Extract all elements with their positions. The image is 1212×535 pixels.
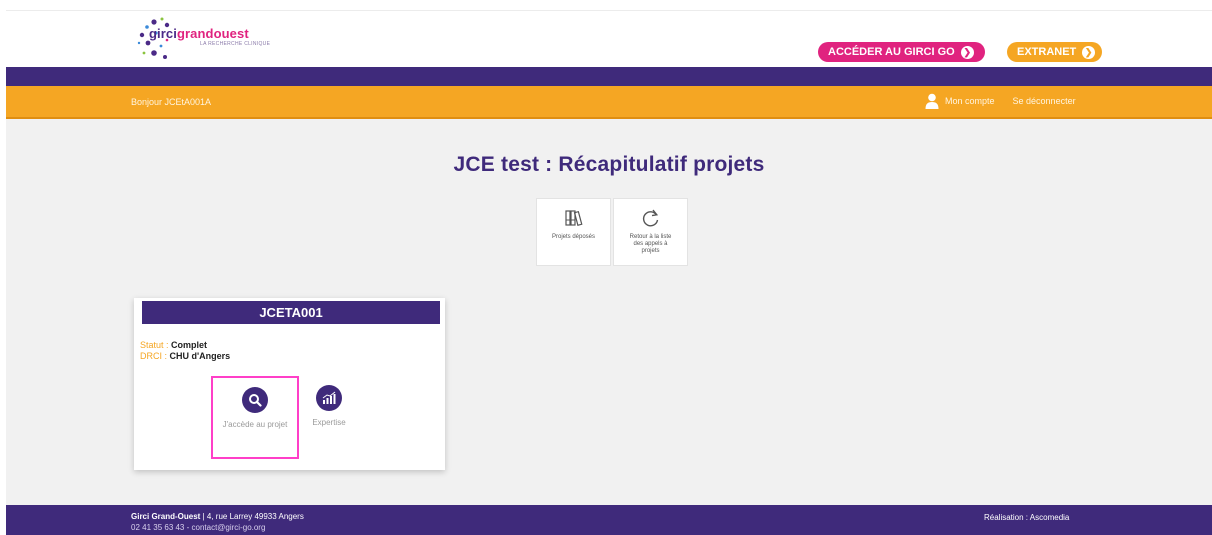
footer-org-name: Girci Grand-Ouest xyxy=(131,512,201,521)
user-icon xyxy=(925,93,939,109)
extranet-button-label: EXTRANET xyxy=(1017,46,1077,58)
logo-wordmark[interactable]: gircigrandouest xyxy=(149,26,249,41)
greeting-text: Bonjour JCEtA001A xyxy=(131,97,212,107)
status-value: Complet xyxy=(171,340,208,350)
logout-link[interactable]: Se déconnecter xyxy=(1013,96,1076,106)
logo-tagline: LA RECHERCHE CLINIQUE xyxy=(200,41,271,47)
status-label: Statut : xyxy=(140,340,169,350)
books-icon xyxy=(564,210,582,227)
access-project-label: J'accède au projet xyxy=(222,420,288,429)
purple-nav-bar xyxy=(6,67,1212,86)
chart-icon xyxy=(316,385,342,411)
project-status: Statut : Complet xyxy=(140,340,207,350)
drci-value: CHU d'Angers xyxy=(169,351,231,361)
user-bar: Bonjour JCEtA001A Mon compte Se déconnec… xyxy=(6,86,1212,119)
footer-credit[interactable]: Réalisation : Ascomedia xyxy=(984,513,1069,522)
tile-retour-liste[interactable]: Retour à la liste des appels à projets xyxy=(613,198,688,266)
account-links: Mon compte Se déconnecter xyxy=(925,93,1076,109)
logo-brand-part1: girci xyxy=(149,26,177,41)
tile-label-projets-deposes: Projets déposés xyxy=(551,234,596,240)
arrow-right-icon: ❯ xyxy=(1082,45,1095,59)
refresh-icon xyxy=(642,209,658,227)
main-content: JCE test : Récapitulatif projets Projets… xyxy=(6,119,1212,505)
girci-go-button-label: ACCÉDER AU GIRCI GO xyxy=(828,46,955,58)
site-header: gircigrandouest LA RECHERCHE CLINIQUE AC… xyxy=(6,10,1212,67)
logo-brand-part2: grandouest xyxy=(176,26,249,41)
arrow-right-icon: ❯ xyxy=(960,45,974,59)
footer-address: | 4, rue Larrey 49933 Angers xyxy=(200,512,304,521)
expertise-label: Expertise xyxy=(312,418,346,427)
footer-contact[interactable]: 02 41 35 63 43 - contact@girci-go.org xyxy=(131,523,265,532)
girci-go-button[interactable]: ACCÉDER AU GIRCI GO ❯ xyxy=(818,42,985,62)
project-drci: DRCI : CHU d'Angers xyxy=(140,351,230,361)
extranet-button[interactable]: EXTRANET ❯ xyxy=(1007,42,1102,62)
expertise-button[interactable]: Expertise xyxy=(308,385,350,428)
tile-label-retour-liste: Retour à la liste des appels à projets xyxy=(629,234,672,254)
footer-address-line: Girci Grand-Ouest | 4, rue Larrey 49933 … xyxy=(131,512,304,521)
tile-projets-deposes[interactable]: Projets déposés xyxy=(536,198,611,266)
search-icon xyxy=(242,387,268,413)
project-card: JCETA001 Statut : Complet DRCI : CHU d'A… xyxy=(134,298,445,470)
site-footer: Girci Grand-Ouest | 4, rue Larrey 49933 … xyxy=(6,505,1212,535)
action-tiles: Projets déposés Retour à la liste des ap… xyxy=(536,198,690,266)
access-project-button[interactable]: J'accède au projet xyxy=(211,376,299,459)
project-code: JCETA001 xyxy=(142,301,440,324)
drci-label: DRCI : xyxy=(140,351,167,361)
page-title: JCE test : Récapitulatif projets xyxy=(453,153,765,176)
account-link[interactable]: Mon compte xyxy=(945,96,995,106)
